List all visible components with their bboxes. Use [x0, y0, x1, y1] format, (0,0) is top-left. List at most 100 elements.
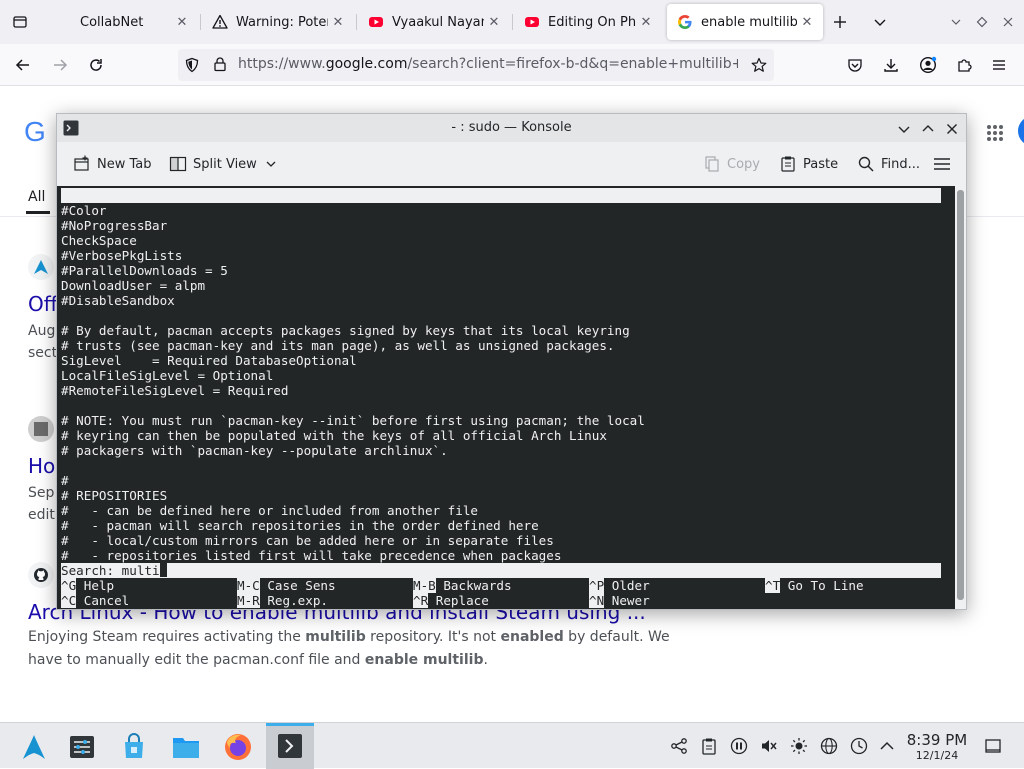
- editor-line: CheckSpace: [61, 233, 137, 248]
- brightness-icon[interactable]: [790, 737, 808, 755]
- extensions-icon[interactable]: [951, 52, 977, 78]
- editor-line: # trusts (see pacman-key and its man pag…: [61, 338, 615, 353]
- apps-grid-icon[interactable]: [986, 124, 1004, 146]
- shortcut-go-to-line[interactable]: ^T Go To Line: [765, 578, 864, 593]
- browser-tab-bar: CollabNet ✕ Warning: Potential Security …: [0, 0, 1024, 44]
- editor-line: # - local/custom mirrors can be added he…: [61, 533, 554, 548]
- bookmark-star-icon[interactable]: [746, 52, 772, 78]
- editor-line: # REPOSITORIES: [61, 488, 168, 503]
- account-icon[interactable]: [915, 52, 941, 78]
- tab-title: Warning: Potential Security Risk: [236, 14, 328, 30]
- search-input[interactable]: Search: multi: [61, 563, 160, 578]
- konsole-taskbar-button[interactable]: [266, 723, 314, 769]
- konsole-icon: [278, 734, 302, 758]
- close-tab-icon[interactable]: ✕: [172, 15, 192, 30]
- shortcut-replace[interactable]: ^R Replace: [413, 593, 489, 608]
- split-view-label: Split View: [193, 156, 257, 172]
- expand-tray-icon[interactable]: [878, 737, 896, 755]
- split-view-button[interactable]: Split View: [169, 153, 283, 175]
- editor-line: #NoProgressBar: [61, 218, 168, 233]
- clock-time: 8:39 PM: [906, 731, 968, 749]
- window-maximize-icon[interactable]: [970, 10, 994, 34]
- new-tab-button[interactable]: New Tab: [73, 153, 152, 175]
- chevron-down-icon: [266, 161, 276, 167]
- hamburger-menu-icon[interactable]: [933, 153, 957, 175]
- lock-icon[interactable]: [212, 56, 228, 76]
- google-logo[interactable]: G: [24, 116, 46, 148]
- window-minimize-icon[interactable]: [897, 121, 911, 140]
- nano-search-bar[interactable]: Search: multi: [61, 563, 941, 578]
- scrollbar-thumb[interactable]: [957, 190, 964, 600]
- volume-muted-icon[interactable]: [760, 737, 778, 755]
- close-tab-icon[interactable]: ✕: [328, 15, 348, 30]
- show-desktop-icon[interactable]: [984, 737, 1002, 755]
- shortcut-backwards[interactable]: M-B Backwards: [413, 578, 512, 593]
- browser-tab-3[interactable]: Editing On Photos ✕: [514, 4, 662, 40]
- forward-icon[interactable]: [47, 52, 73, 78]
- browser-tab-0[interactable]: CollabNet ✕: [46, 4, 198, 40]
- clock[interactable]: 8:39 PM 12/1/24: [900, 731, 974, 763]
- editor-line: # By default, pacman accepts packages si…: [61, 323, 630, 338]
- app-menu-icon[interactable]: [986, 52, 1012, 78]
- editor-line: # keyring can then be populated with the…: [61, 428, 607, 443]
- tracking-protection-icon[interactable]: [184, 57, 200, 77]
- tab-all[interactable]: All: [28, 189, 45, 205]
- konsole-titlebar[interactable]: - : sudo — Konsole: [57, 114, 966, 142]
- new-tab-icon[interactable]: [828, 10, 852, 34]
- downloads-icon[interactable]: [878, 52, 904, 78]
- settings-icon[interactable]: [62, 727, 102, 767]
- close-tab-icon[interactable]: ✕: [636, 15, 656, 30]
- url-text[interactable]: https://www.google.com/search?client=fir…: [238, 56, 738, 72]
- browser-tab-1[interactable]: Warning: Potential Security Risk ✕: [202, 4, 354, 40]
- avatar[interactable]: [1018, 116, 1024, 146]
- text-cursor: [159, 563, 167, 577]
- blank-page-icon: [56, 14, 72, 30]
- editor-line: #DisableSandbox: [61, 293, 175, 308]
- list-all-tabs-icon[interactable]: [868, 10, 892, 34]
- shortcut-help[interactable]: ^G Help: [61, 578, 114, 593]
- result-snippet: Aug: [28, 323, 56, 339]
- close-tab-icon[interactable]: ✕: [484, 15, 504, 30]
- media-pause-icon[interactable]: [730, 737, 748, 755]
- window-maximize-icon[interactable]: [921, 121, 935, 140]
- terminal-scrollbar[interactable]: [955, 186, 966, 609]
- network-share-icon[interactable]: [670, 737, 688, 755]
- window-close-icon[interactable]: [945, 121, 959, 140]
- close-tab-icon[interactable]: ✕: [797, 15, 817, 30]
- shortcut-case-sens[interactable]: M-C Case Sens: [237, 578, 336, 593]
- url-bar[interactable]: https://www.google.com/search?client=fir…: [178, 49, 774, 81]
- clipboard-icon[interactable]: [700, 737, 718, 755]
- paste-icon: [781, 156, 795, 172]
- paste-button[interactable]: Paste: [779, 153, 838, 175]
- shortcut-newer[interactable]: ^N Newer: [589, 593, 650, 608]
- tab-title: CollabNet: [80, 14, 144, 30]
- back-icon[interactable]: [10, 52, 36, 78]
- network-icon[interactable]: [820, 737, 838, 755]
- result-title[interactable]: Ho: [28, 454, 55, 478]
- arch-launcher-icon[interactable]: [14, 727, 54, 767]
- file-manager-icon[interactable]: [166, 727, 206, 767]
- browser-tab-4[interactable]: enable multilib ✕: [667, 4, 823, 40]
- tab-all-underline: [26, 211, 50, 214]
- reload-icon[interactable]: [83, 52, 109, 78]
- editor-line: #: [61, 473, 69, 488]
- pocket-icon[interactable]: [842, 52, 868, 78]
- update-icon[interactable]: [850, 737, 868, 755]
- firefox-icon[interactable]: [218, 727, 258, 767]
- search-icon: [858, 156, 874, 172]
- window-minimize-icon[interactable]: [944, 10, 968, 34]
- split-view-icon: [169, 156, 187, 172]
- copy-button[interactable]: Copy: [703, 153, 760, 175]
- nano-version: GNU nano 8.2: [106, 203, 213, 218]
- tab-overview-icon[interactable]: [8, 10, 32, 34]
- window-close-icon[interactable]: [996, 10, 1020, 34]
- result-title[interactable]: Off: [28, 292, 58, 316]
- browser-tab-2[interactable]: Vyaakul Nayan ✕: [358, 4, 510, 40]
- shortcut-older[interactable]: ^P Older: [589, 578, 650, 593]
- shortcut-regexp[interactable]: M-R Reg.exp.: [237, 593, 328, 608]
- software-store-icon[interactable]: [114, 727, 154, 767]
- editor-line: # - can be defined here or included from…: [61, 503, 479, 518]
- find-button[interactable]: Find...: [857, 153, 920, 175]
- terminal-view[interactable]: GNU nano 8.2 /etc/pacman.conf Modified #…: [57, 186, 955, 609]
- shortcut-cancel[interactable]: ^C Cancel: [61, 593, 129, 608]
